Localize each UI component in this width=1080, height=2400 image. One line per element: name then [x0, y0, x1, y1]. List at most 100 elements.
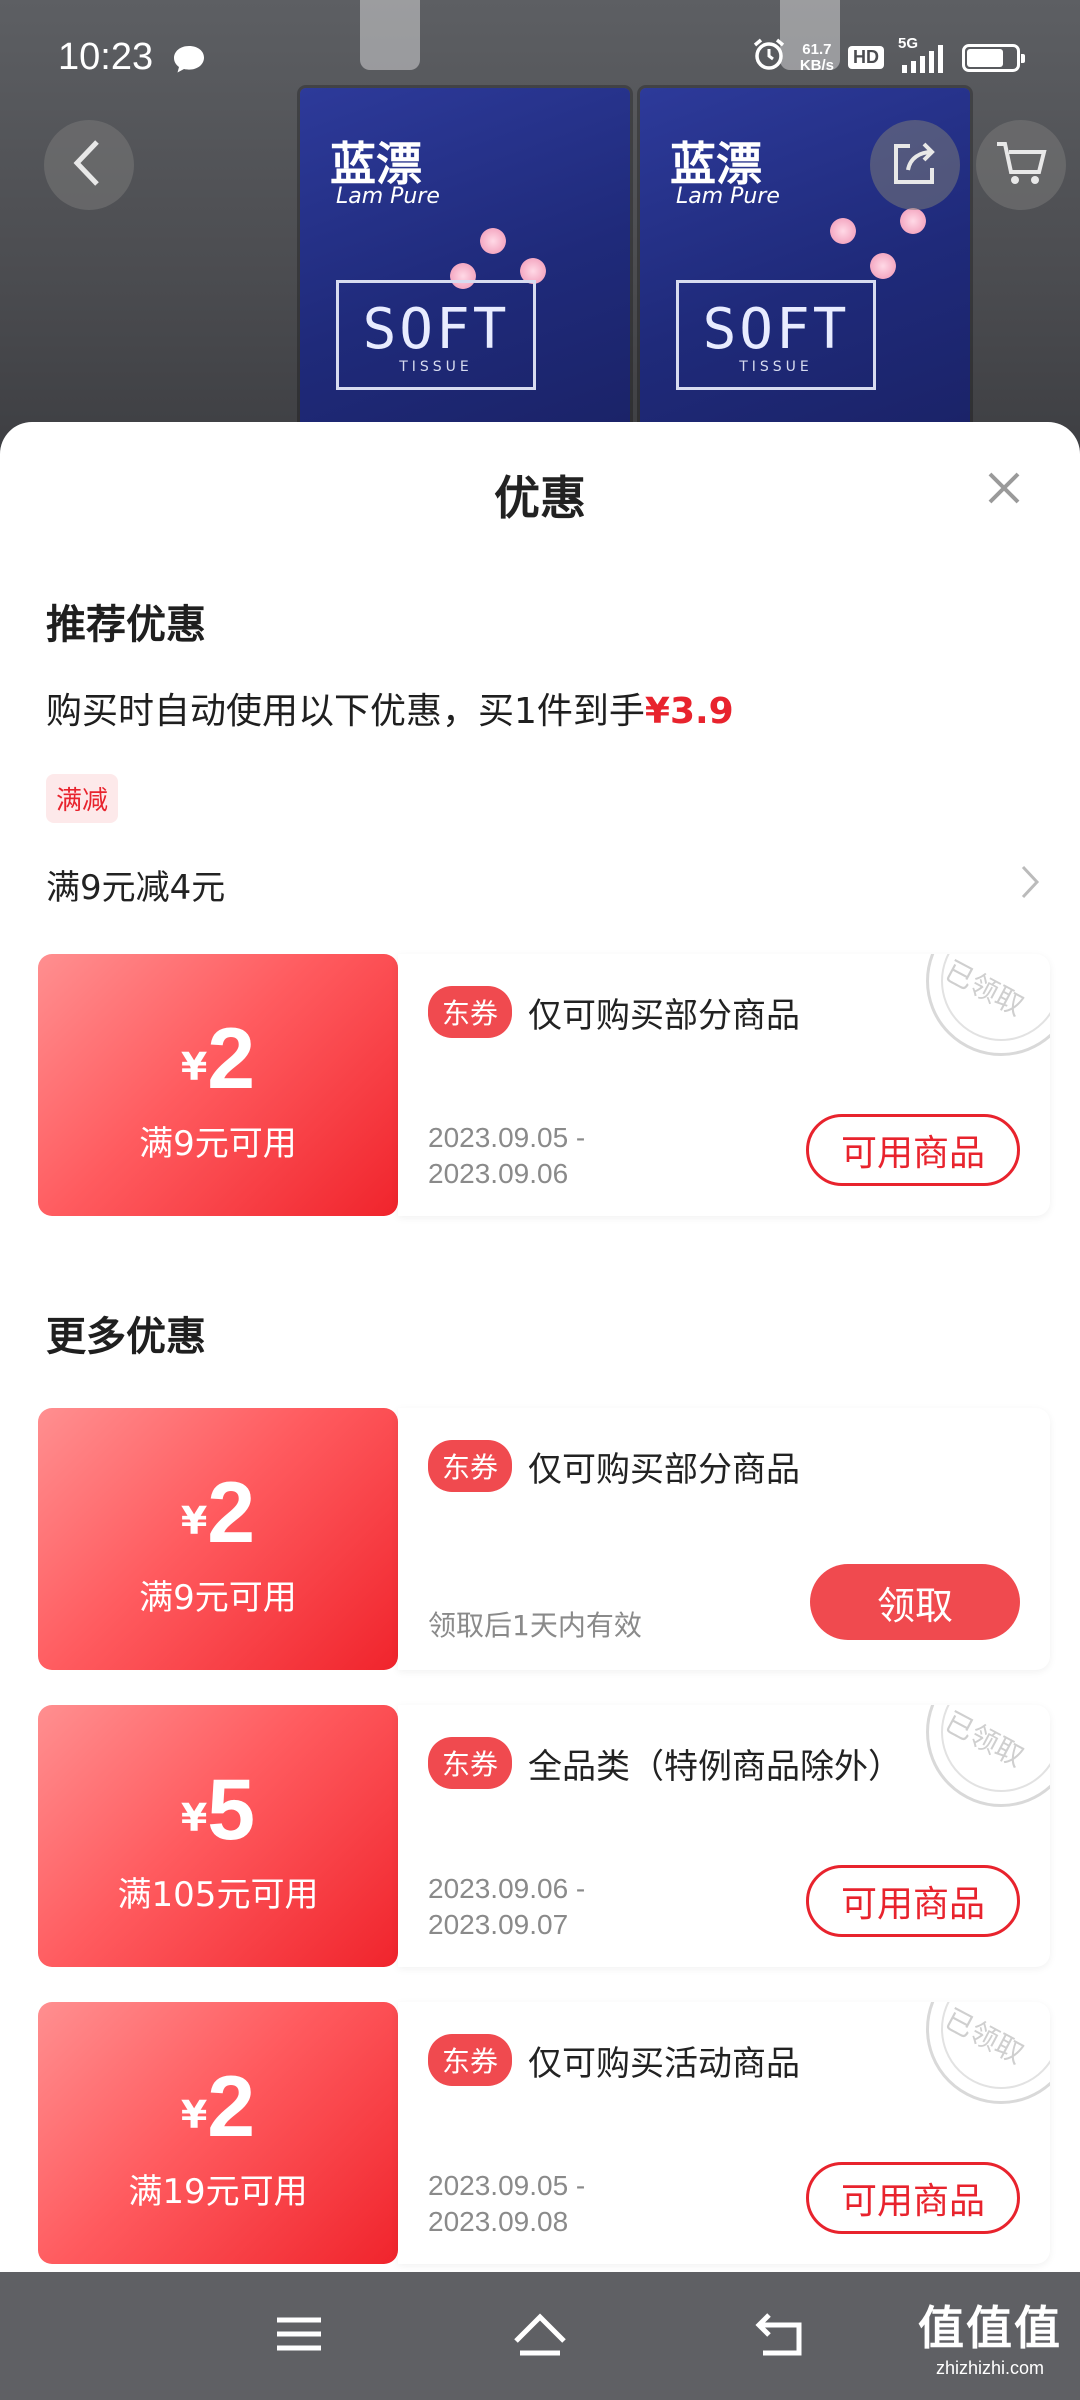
tissue-pack: 蓝漂 Lam Pure SOFT TISSUE	[300, 88, 630, 448]
coupon-type-tag: 东券	[428, 2034, 513, 2086]
brand-english: Lam Pure	[336, 184, 440, 209]
coupon-date-start: 2023.09.06 -	[428, 1873, 586, 1904]
flower-icon	[870, 253, 896, 279]
coupon-amount-value: 2	[207, 1011, 256, 1107]
coupon-type-tag: 东券	[428, 986, 513, 1038]
claimed-stamp-text: 已领取	[939, 954, 1030, 1023]
tissue-text: TISSUE	[399, 359, 473, 375]
final-price: ¥3.9	[644, 691, 734, 732]
coupon-date-range: 2023.09.05 - 2023.09.06	[428, 1120, 585, 1192]
signal-icon: 5G	[898, 35, 948, 75]
coupon-date-start: 2023.09.05 -	[428, 1122, 586, 1153]
coupon-card: ¥2 满9元可用 已领取 东券 仅可购买部分商品 2023.09.05 - 20…	[38, 954, 1050, 1216]
coupon-date-range: 2023.09.06 - 2023.09.07	[428, 1871, 585, 1943]
coupon-amount: ¥2	[38, 2062, 398, 2152]
recommended-title: 推荐优惠	[46, 602, 206, 648]
brand-english: Lam Pure	[676, 184, 780, 209]
home-icon	[510, 2311, 570, 2361]
coupon-value-panel: ¥2 满9元可用	[38, 954, 398, 1216]
coupon-currency: ¥	[180, 2093, 208, 2137]
menu-icon	[275, 2314, 323, 2358]
battery-fill	[967, 48, 1004, 67]
back-icon	[69, 138, 109, 192]
coupon-desc: 全品类（特例商品除外）	[528, 1747, 902, 1787]
return-icon	[755, 2311, 805, 2361]
soft-text: SOFT	[702, 297, 850, 362]
share-button[interactable]	[870, 120, 960, 210]
discount-tag: 满减	[46, 774, 119, 823]
coupon-info-panel: 已领取 东券 全品类（特例商品除外） 2023.09.06 - 2023.09.…	[398, 1705, 1050, 1967]
coupon-desc: 仅可购买活动商品	[528, 2044, 800, 2084]
menu-button[interactable]	[264, 2304, 334, 2368]
status-time: 10:23	[58, 36, 154, 78]
coupon-card: ¥2 满9元可用 东券 仅可购买部分商品 领取后1天内有效 领取	[38, 1408, 1050, 1670]
soft-text: SOFT	[362, 297, 510, 362]
coupon-condition: 满105元可用	[117, 1875, 319, 1915]
coupon-condition: 满9元可用	[139, 1124, 297, 1164]
coupon-amount-value: 5	[207, 1762, 256, 1858]
coupon-value-panel: ¥2 满19元可用	[38, 2002, 398, 2264]
claimed-stamp-text: 已领取	[939, 1705, 1030, 1774]
system-nav-bar: 值值值 zhizhizhi.com	[0, 2272, 1080, 2400]
coupon-currency: ¥	[180, 1796, 208, 1840]
coupon-validity: 领取后1天内有效	[428, 1609, 642, 1642]
flower-icon	[830, 218, 856, 244]
coupon-condition: 满9元可用	[139, 1578, 297, 1618]
coupon-amount-value: 2	[207, 2059, 256, 2155]
coupon-value-panel: ¥5 满105元可用	[38, 1705, 398, 1967]
coupon-date-end: 2023.09.06	[428, 1158, 569, 1189]
recommended-desc-text: 购买时自动使用以下优惠，买1件到手	[46, 691, 645, 732]
coupon-sheet: 优惠 推荐优惠 购买时自动使用以下优惠，买1件到手¥3.9 满减 满9元减4元 …	[0, 422, 1080, 2272]
coupon-type-tag: 东券	[428, 1737, 513, 1789]
share-icon	[890, 138, 940, 192]
coupon-date-range: 2023.09.05 - 2023.09.08	[428, 2168, 585, 2240]
coupon-date-start: 2023.09.05 -	[428, 2170, 586, 2201]
available-products-button[interactable]: 可用商品	[806, 2162, 1020, 2234]
more-offers-title: 更多优惠	[46, 1314, 206, 1360]
sheet-title: 优惠	[494, 471, 586, 525]
available-products-button[interactable]: 可用商品	[806, 1114, 1020, 1186]
soft-label-box: SOFT TISSUE	[676, 280, 876, 390]
close-icon	[986, 470, 1022, 510]
coupon-desc: 仅可购买部分商品	[528, 996, 800, 1036]
watermark-url: zhizhizhi.com	[935, 2358, 1045, 2378]
discount-rule-row[interactable]: 满9元减4元	[0, 842, 1080, 922]
claimed-stamp: 已领取	[926, 954, 1050, 1056]
coupon-date-end: 2023.09.08	[428, 2206, 569, 2237]
cart-button[interactable]	[976, 120, 1066, 210]
cart-icon	[995, 138, 1047, 192]
close-button[interactable]	[974, 460, 1034, 520]
hd-badge: HD	[848, 46, 884, 69]
recommended-desc: 购买时自动使用以下优惠，买1件到手¥3.9	[46, 682, 734, 734]
available-products-button[interactable]: 可用商品	[806, 1865, 1020, 1937]
flower-icon	[480, 228, 506, 254]
coupon-value-panel: ¥2 满9元可用	[38, 1408, 398, 1670]
coupon-info-panel: 已领取 东券 仅可购买部分商品 2023.09.05 - 2023.09.06 …	[398, 954, 1050, 1216]
coupon-type-tag: 东券	[428, 1440, 513, 1492]
back-button[interactable]	[44, 120, 134, 210]
return-button[interactable]	[745, 2304, 815, 2368]
site-watermark: 值值值 zhizhizhi.com	[918, 2292, 1062, 2379]
network-speed-value: 61.7	[802, 40, 832, 58]
coupon-amount-value: 2	[207, 1465, 256, 1561]
coupon-amount: ¥2	[38, 1014, 398, 1104]
claimed-stamp: 已领取	[926, 2002, 1050, 2104]
coupon-date-end: 2023.09.07	[428, 1909, 569, 1940]
coupon-card: ¥5 满105元可用 已领取 东券 全品类（特例商品除外） 2023.09.06…	[38, 1705, 1050, 1967]
coupon-info-panel: 已领取 东券 仅可购买活动商品 2023.09.05 - 2023.09.08 …	[398, 2002, 1050, 2264]
battery-icon	[962, 43, 1025, 72]
status-right: 61.7 KB/s HD 5G	[752, 35, 1025, 77]
network-speed-unit: KB/s	[799, 56, 834, 74]
network-speed: 61.7 KB/s	[799, 40, 834, 74]
home-button[interactable]	[505, 2304, 575, 2368]
message-icon	[172, 44, 206, 78]
coupon-amount: ¥5	[38, 1765, 398, 1855]
discount-rule: 满9元减4元	[46, 868, 226, 908]
coupon-amount: ¥2	[38, 1468, 398, 1558]
status-bar: 10:23 61.7 KB/s HD 5G	[0, 0, 1080, 120]
claim-button[interactable]: 领取	[810, 1564, 1020, 1640]
coupon-condition: 满19元可用	[128, 2172, 308, 2212]
claimed-stamp-text: 已领取	[939, 2002, 1030, 2071]
claimed-stamp: 已领取	[926, 1705, 1050, 1807]
coupon-card: ¥2 满19元可用 已领取 东券 仅可购买活动商品 2023.09.05 - 2…	[38, 2002, 1050, 2264]
